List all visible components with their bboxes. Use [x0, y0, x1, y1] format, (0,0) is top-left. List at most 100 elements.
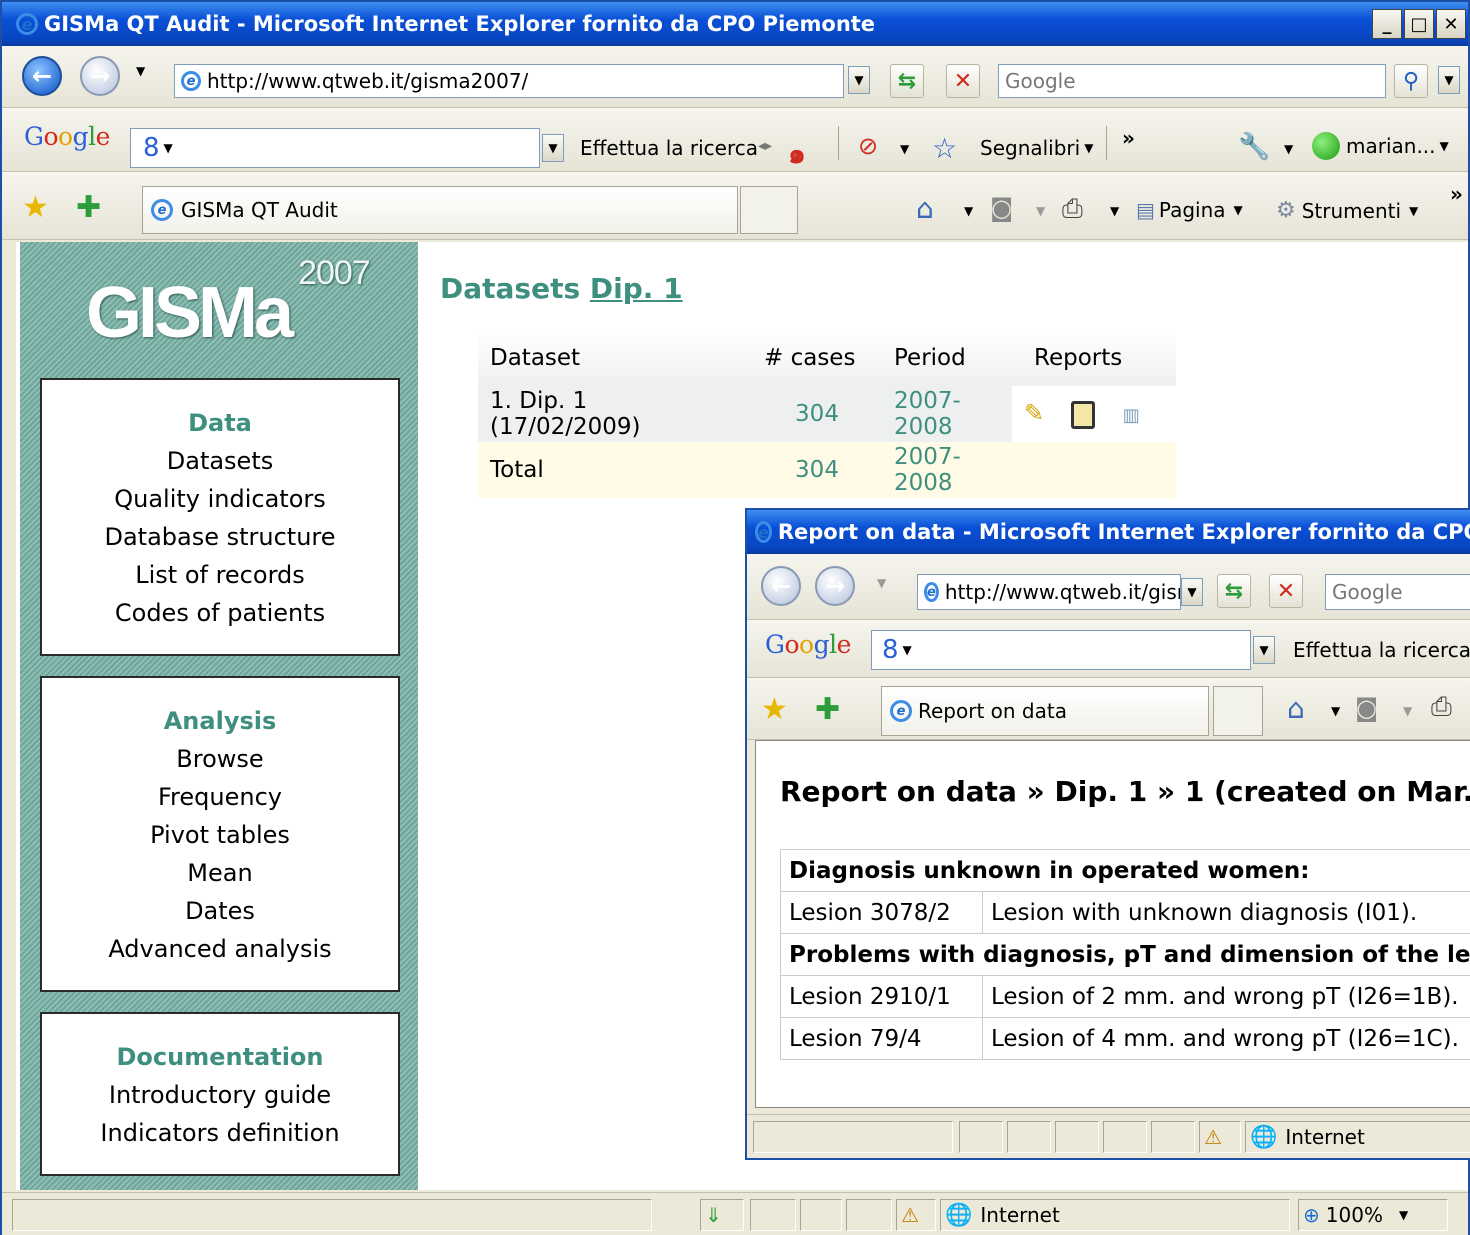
- status-cell: [1103, 1121, 1147, 1153]
- tab-report-on-data[interactable]: e Report on data: [881, 686, 1209, 736]
- print-icon[interactable]: ⎙: [1062, 194, 1083, 225]
- menu-item-dates[interactable]: Dates: [42, 892, 398, 930]
- menu-item-indicators-definition[interactable]: Indicators definition: [42, 1114, 398, 1152]
- ie-icon: e: [151, 199, 173, 221]
- chevron-down-icon[interactable]: ▼: [1036, 204, 1045, 218]
- google-search-button[interactable]: Effettua la ricerca: [580, 136, 758, 160]
- new-tab-button[interactable]: [1213, 686, 1263, 736]
- table-row: Lesion 79/4 Lesion of 4 mm. and wrong pT…: [780, 1017, 1470, 1060]
- popup-blocker-icon[interactable]: ⊘: [858, 132, 878, 160]
- chevron-down-icon[interactable]: ▼: [877, 576, 886, 590]
- report-clipboard-icon[interactable]: [1071, 400, 1096, 429]
- chevron-down-icon[interactable]: ▼: [900, 142, 909, 156]
- more-chevron-icon[interactable]: »: [1450, 182, 1463, 206]
- popup-address-field[interactable]: e http://www.qtweb.it/gisma2007/: [917, 574, 1181, 610]
- popup-google-search-button[interactable]: Effettua la ricerca: [1293, 638, 1470, 662]
- google-search-input[interactable]: 8 ▼: [130, 128, 540, 168]
- status-cell: [1151, 1121, 1195, 1153]
- stop-icon[interactable]: ✕: [1269, 574, 1303, 608]
- chevron-down-icon[interactable]: ▼: [964, 204, 973, 218]
- page-icon: ▤: [1136, 198, 1155, 222]
- popup-forward-button[interactable]: →: [815, 566, 855, 606]
- search-dropdown-button[interactable]: ▼: [1438, 66, 1460, 94]
- maximize-button[interactable]: □: [1404, 9, 1434, 39]
- chevron-down-icon: ▼: [163, 141, 173, 155]
- menu-item-mean[interactable]: Mean: [42, 854, 398, 892]
- menu-item-browse[interactable]: Browse: [42, 740, 398, 778]
- search-input[interactable]: Google: [998, 64, 1386, 98]
- add-favorites-icon[interactable]: ✚: [815, 692, 840, 727]
- tab-gisma[interactable]: e GISMa QT Audit: [142, 186, 738, 234]
- minimize-button[interactable]: _: [1372, 9, 1402, 39]
- home-icon[interactable]: ⌂: [1287, 692, 1305, 725]
- refresh-icon[interactable]: ⇆: [1217, 574, 1251, 608]
- tools-menu[interactable]: ⚙ Strumenti ▼: [1276, 198, 1418, 223]
- popup-zone-indicator[interactable]: 🌐 Internet: [1245, 1121, 1470, 1153]
- main-titlebar[interactable]: e GISMa QT Audit - Microsoft Internet Ex…: [2, 2, 1468, 46]
- menu-item-database-structure[interactable]: Database structure: [42, 518, 398, 556]
- protected-mode-icon[interactable]: ⚠: [1199, 1121, 1241, 1153]
- favorites-star-icon[interactable]: ★: [761, 692, 788, 727]
- menu-item-pivot-tables[interactable]: Pivot tables: [42, 816, 398, 854]
- download-icon[interactable]: ⇓: [700, 1199, 744, 1231]
- refresh-icon[interactable]: ⇆: [890, 64, 924, 98]
- search-icon[interactable]: ⚲: [1394, 64, 1428, 98]
- zoom-control[interactable]: ⊕ 100% ▼: [1298, 1199, 1448, 1231]
- chevron-down-icon[interactable]: ▼: [1403, 704, 1412, 718]
- protected-mode-icon[interactable]: ⚠: [896, 1199, 936, 1231]
- menu-item-frequency[interactable]: Frequency: [42, 778, 398, 816]
- home-icon[interactable]: ⌂: [916, 192, 934, 225]
- bookmark-star-icon[interactable]: ☆: [932, 132, 957, 165]
- chevron-down-icon[interactable]: ▼: [1110, 204, 1119, 218]
- status-cell: [846, 1199, 892, 1231]
- menu-heading-documentation: Documentation: [116, 1043, 324, 1071]
- google-search-dropdown[interactable]: ▼: [542, 134, 564, 162]
- popup-google-search-input[interactable]: 8 ▼: [871, 630, 1251, 670]
- pagerank-icon[interactable]: ๑: [788, 132, 806, 176]
- cell-reports: ✎ ▥: [1012, 386, 1176, 442]
- zone-indicator[interactable]: 🌐 Internet: [940, 1199, 1290, 1231]
- chevron-down-icon[interactable]: ▼: [1284, 142, 1293, 156]
- print-icon[interactable]: ⎙: [1431, 692, 1452, 723]
- chevron-down-icon: ▼: [1233, 203, 1243, 217]
- address-field[interactable]: e http://www.qtweb.it/gisma2007/: [174, 64, 844, 98]
- popup-search-input[interactable]: Google: [1325, 574, 1470, 610]
- chart-report-icon[interactable]: ▥: [1123, 405, 1140, 426]
- wrench-icon[interactable]: 🔧: [1238, 132, 1270, 162]
- history-dropdown-icon[interactable]: ▼: [136, 64, 145, 78]
- lesion-description: Lesion of 2 mm. and wrong pT (I26=1B).: [981, 975, 1470, 1018]
- popup-title: Report on data - Microsoft Internet Expl…: [777, 520, 1470, 544]
- popup-address-dropdown[interactable]: ▼: [1181, 578, 1203, 606]
- menu-item-codes-of-patients[interactable]: Codes of patients: [42, 594, 398, 632]
- close-button[interactable]: ✕: [1436, 9, 1466, 39]
- menu-item-list-of-records[interactable]: List of records: [42, 556, 398, 594]
- bookmarks-button[interactable]: Segnalibri ▼: [980, 136, 1093, 160]
- dip-link[interactable]: Dip. 1: [590, 272, 683, 305]
- back-button[interactable]: ←: [22, 56, 62, 96]
- menu-item-introductory-guide[interactable]: Introductory guide: [42, 1076, 398, 1114]
- popup-back-button[interactable]: ←: [761, 566, 801, 606]
- popup-titlebar[interactable]: e Report on data - Microsoft Internet Ex…: [747, 510, 1470, 554]
- feeds-icon[interactable]: ◙: [1355, 694, 1378, 722]
- stop-icon[interactable]: ✕: [946, 64, 980, 98]
- lesion-description: Lesion with unknown diagnosis (I01).: [981, 891, 1470, 934]
- more-chevron-icon[interactable]: »: [1122, 126, 1135, 150]
- menu-item-datasets[interactable]: Datasets: [42, 442, 398, 480]
- add-favorites-icon[interactable]: ✚: [76, 190, 101, 225]
- forward-button[interactable]: →: [80, 56, 120, 96]
- zoom-icon: ⊕: [1303, 1203, 1320, 1227]
- favorites-star-icon[interactable]: ★: [22, 190, 49, 225]
- popup-google-dropdown[interactable]: ▼: [1253, 636, 1275, 664]
- report-table: Diagnosis unknown in operated women: Les…: [779, 849, 1470, 1060]
- address-dropdown-button[interactable]: ▼: [848, 66, 870, 94]
- edit-pencil-icon[interactable]: ✎: [1024, 399, 1044, 427]
- window-title: GISMa QT Audit - Microsoft Internet Expl…: [44, 12, 876, 36]
- menu-item-quality-indicators[interactable]: Quality indicators: [42, 480, 398, 518]
- menu-item-advanced-analysis[interactable]: Advanced analysis: [42, 930, 398, 968]
- feeds-icon[interactable]: ◙: [990, 194, 1013, 222]
- chevron-down-icon[interactable]: ▼: [1331, 704, 1340, 718]
- page-menu[interactable]: ▤ Pagina ▼: [1136, 198, 1243, 222]
- account-button[interactable]: marian... ▼: [1312, 132, 1449, 160]
- new-tab-button[interactable]: [740, 186, 798, 234]
- page-icon: e: [924, 582, 939, 602]
